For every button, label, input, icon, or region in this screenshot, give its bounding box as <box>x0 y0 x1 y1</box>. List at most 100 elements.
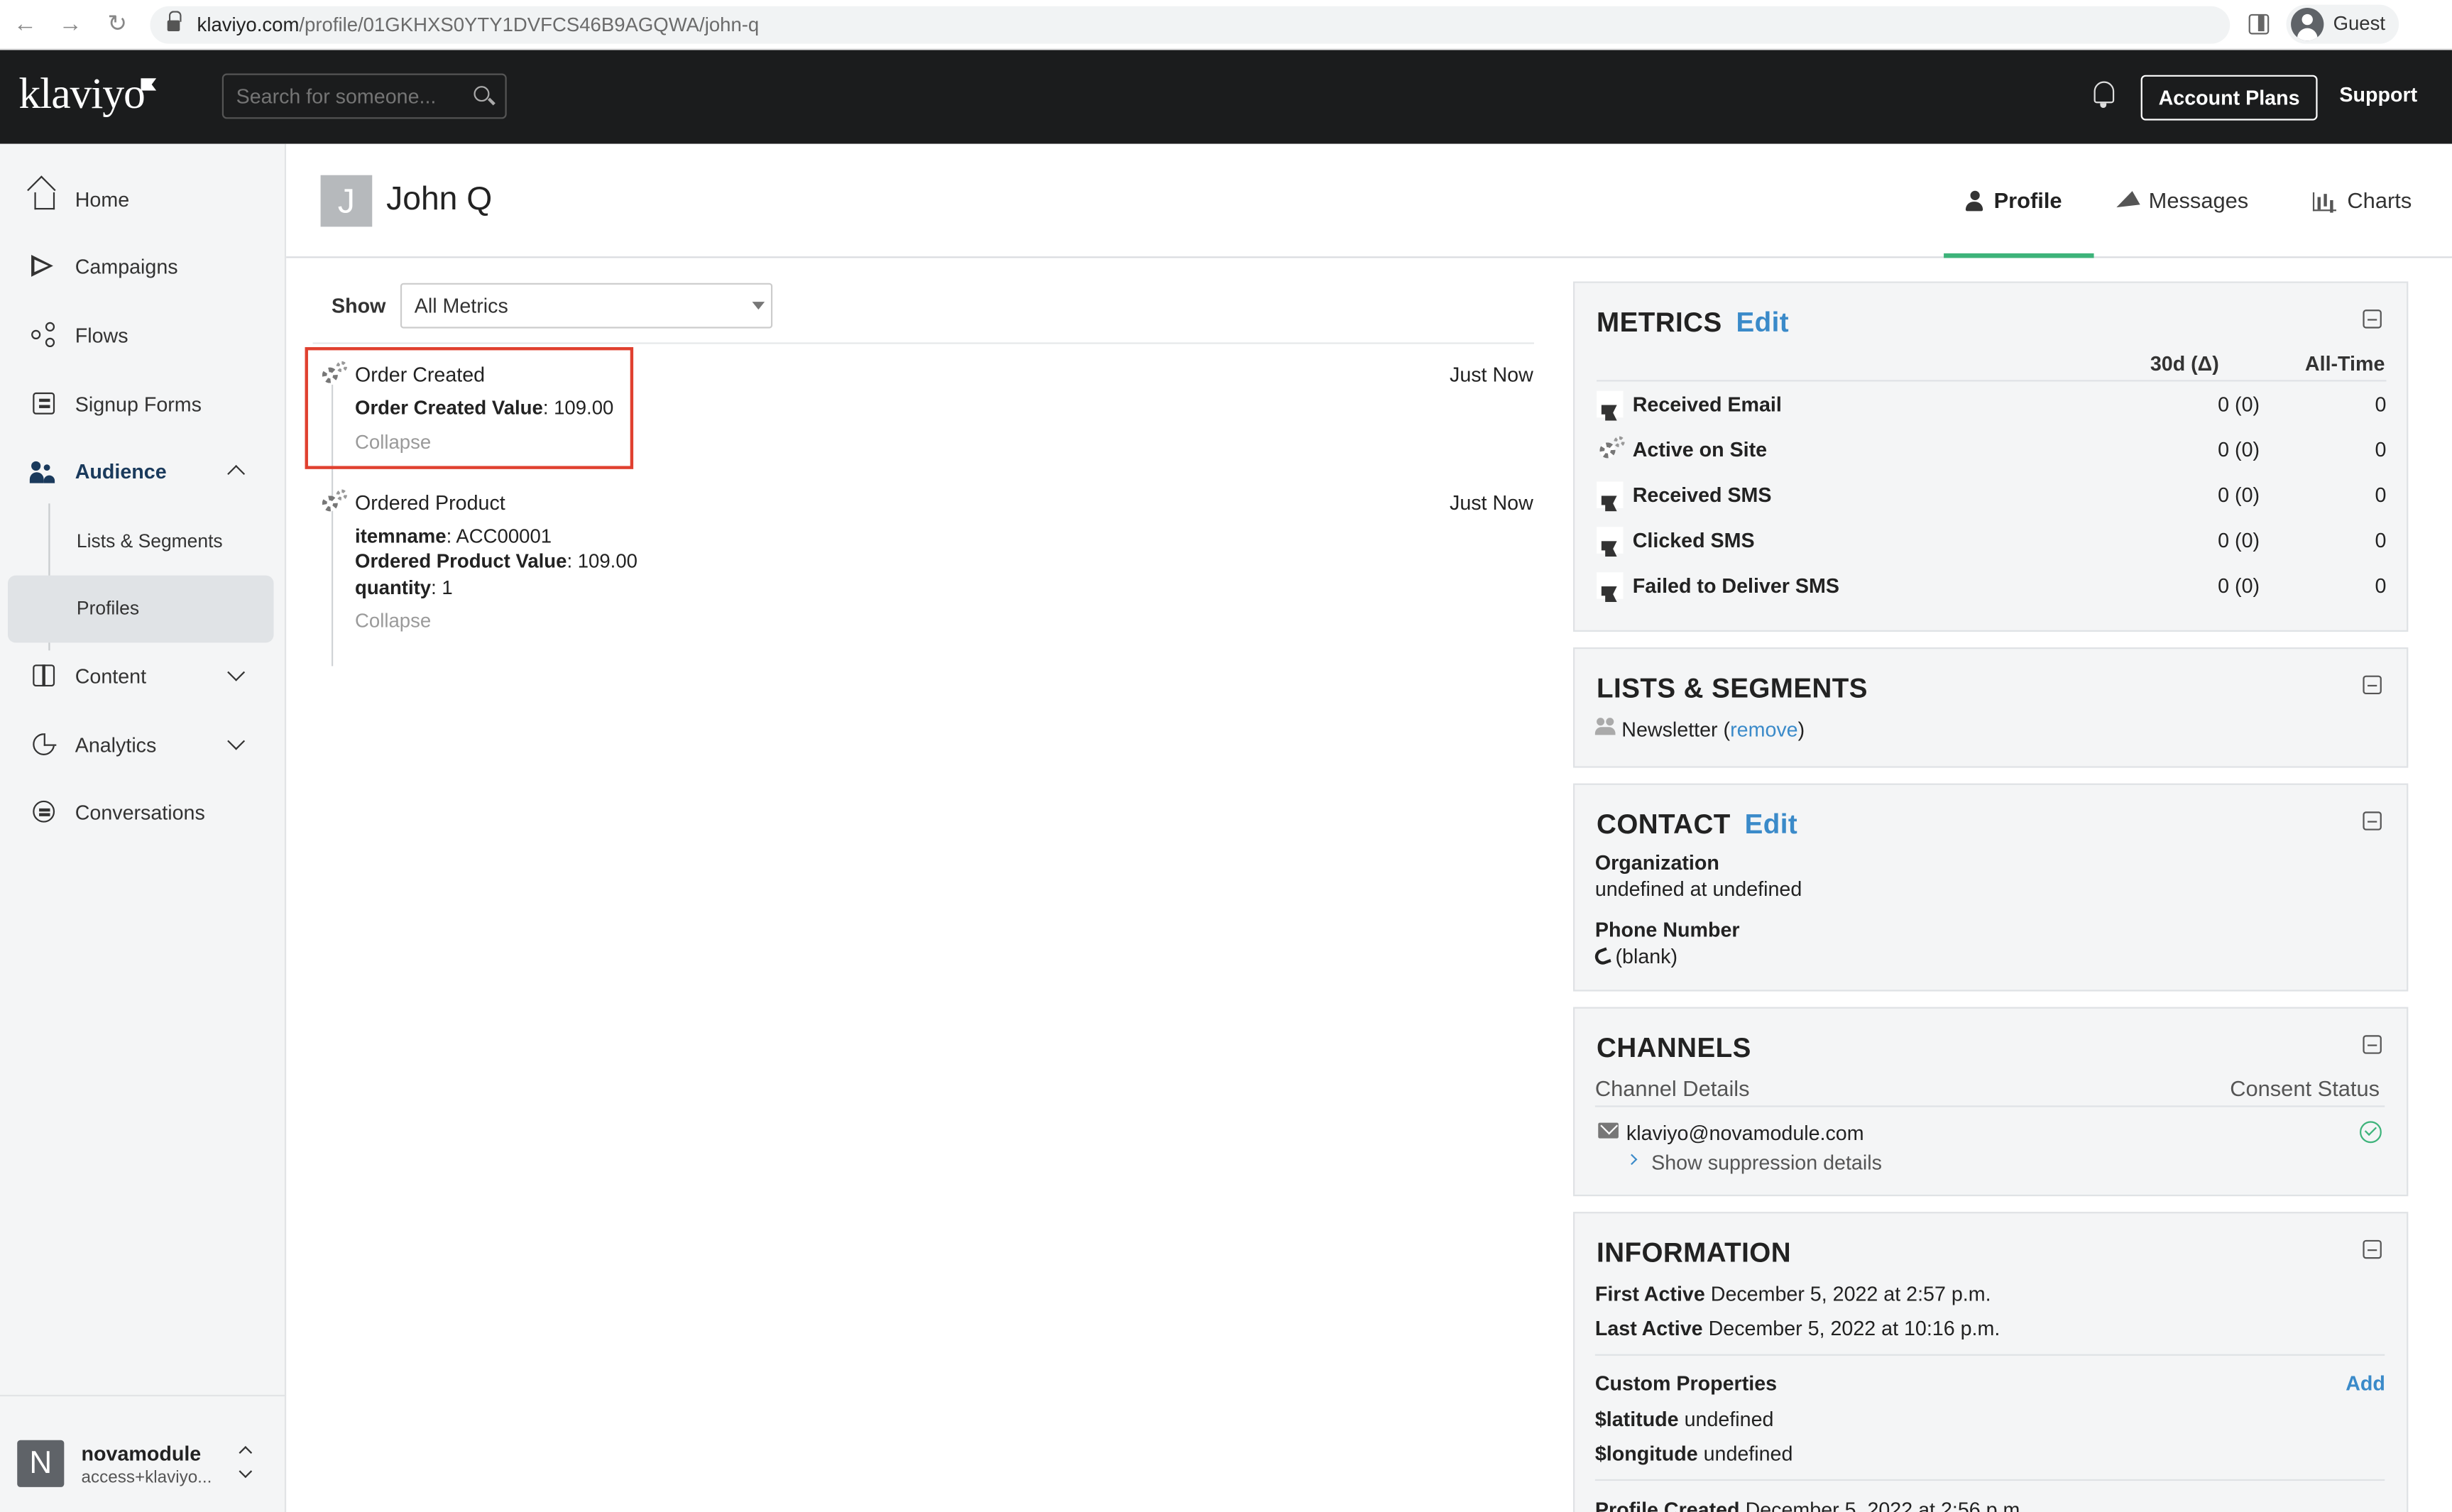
chevron-down-icon[interactable] <box>227 663 246 681</box>
sidebar-item-signup-forms[interactable]: Signup Forms <box>0 377 286 433</box>
metric-row[interactable]: Failed to Deliver SMS 0 (0) 0 <box>1597 563 2386 608</box>
metric-row[interactable]: Clicked SMS 0 (0) 0 <box>1597 517 2386 563</box>
phone-value: (blank) <box>1592 944 1678 968</box>
metric-all-time: 0 <box>2375 437 2387 461</box>
tab-profile[interactable]: Profile <box>1965 187 2062 213</box>
collapse-card-icon[interactable] <box>2363 309 2382 329</box>
sidebar-item-home[interactable]: Home <box>0 172 286 228</box>
remove-link[interactable]: remove <box>1730 718 1798 741</box>
sidebar-item-conversations[interactable]: Conversations <box>0 785 286 841</box>
collapse-card-icon[interactable] <box>2363 1035 2382 1054</box>
address-bar[interactable]: klaviyo.com/profile/01GKHXS0YTY1DVFCS46B… <box>150 6 2231 44</box>
metric-row[interactable]: Active on Site 0 (0) 0 <box>1597 427 2386 472</box>
property-value: : ACC00001 <box>446 525 552 547</box>
list-membership: Newsletter (remove) <box>1621 718 1805 742</box>
show-label: Show <box>331 294 386 318</box>
event-property: itemname: ACC00001 <box>355 525 552 547</box>
metric-row[interactable]: Received Email 0 (0) 0 <box>1597 381 2386 427</box>
sidebar-item-label: Conversations <box>75 800 205 824</box>
card-title: CONTACT Edit <box>1597 809 1797 841</box>
channels-title: CHANNELS <box>1597 1031 1751 1063</box>
sidebar-subitem-profiles-bg[interactable] <box>8 575 274 643</box>
browser-toolbar: ← → ↻ klaviyo.com/profile/01GKHXS0YTY1DV… <box>0 0 2452 50</box>
flag-icon <box>1597 481 1624 512</box>
property-key: quantity <box>355 576 432 599</box>
tab-charts[interactable]: Charts <box>2312 187 2412 213</box>
tab-label: Charts <box>2347 187 2412 213</box>
property-key: $longitude <box>1594 1441 1698 1466</box>
consent-check-icon <box>2360 1121 2382 1144</box>
sidebar-item-content[interactable]: Content <box>0 649 286 705</box>
information-title: INFORMATION <box>1597 1237 1791 1269</box>
property-value: undefined <box>1684 1407 1774 1431</box>
list-name: Newsletter <box>1621 718 1718 742</box>
event-property: quantity: 1 <box>355 577 453 599</box>
metric-filter-select[interactable]: All Metrics <box>400 283 773 329</box>
tab-messages[interactable]: Messages <box>2116 187 2249 213</box>
metric-name: Active on Site <box>1632 437 1768 461</box>
tab-label: Profile <box>1993 187 2062 213</box>
sidebar-item-label: Signup Forms <box>75 392 202 416</box>
sidebar-item-flows[interactable]: Flows <box>0 308 286 364</box>
chevron-down-icon[interactable] <box>227 732 246 750</box>
sidebar-item-label: Content <box>75 664 147 689</box>
group-icon <box>1594 718 1617 736</box>
bell-icon[interactable] <box>2093 81 2115 108</box>
side-panel-icon[interactable] <box>2248 13 2270 35</box>
profile-created: Profile Created December 5, 2022 at 2:56… <box>1595 1498 2025 1512</box>
metrics-card: METRICS Edit 30d (Δ) All-Time Received Em… <box>1573 281 2409 632</box>
search-icon[interactable] <box>474 86 490 102</box>
sidebar-item-audience[interactable]: Audience <box>0 444 286 500</box>
highlight-box <box>305 347 634 469</box>
column-header-30d: 30d (Δ) <box>2150 351 2219 376</box>
app-root: ← → ↻ klaviyo.com/profile/01GKHXS0YTY1DV… <box>0 0 2452 1512</box>
event-title: Ordered Product <box>355 491 505 515</box>
gears-icon <box>321 489 348 514</box>
email-address: klaviyo@novamodule.com <box>1626 1121 1864 1145</box>
contact-title: CONTACT <box>1597 808 1731 840</box>
metric-30d: 0 (0) <box>2218 483 2260 507</box>
metrics-title: METRICS <box>1597 306 1722 338</box>
sidebar-subitem-lists-segments[interactable]: Lists & Segments <box>77 530 223 552</box>
chat-icon <box>33 800 55 823</box>
back-icon[interactable]: ← <box>9 9 40 40</box>
url-path: /profile/01GKHXS0YTY1DVFCS46B9AGQWA/john… <box>299 13 760 36</box>
event-time: Just Now <box>1449 363 1533 387</box>
divider <box>1594 1354 2385 1356</box>
collapse-card-icon[interactable] <box>2363 675 2382 695</box>
add-property-link[interactable]: Add <box>2346 1371 2385 1395</box>
phone-number: (blank) <box>1615 944 1678 968</box>
metric-name: Received Email <box>1632 392 1782 416</box>
account-switcher[interactable]: N novamodule access+klaviyo... <box>0 1394 287 1512</box>
caret-down-icon <box>752 302 765 310</box>
contact-edit-link[interactable]: Edit <box>1745 809 1798 840</box>
profile-header: J John Q Profile Messages Charts <box>286 143 2452 258</box>
sidebar-item-label: Flows <box>75 323 128 348</box>
lists-title: LISTS & SEGMENTS <box>1597 672 1868 704</box>
account-plans-button[interactable]: Account Plans <box>2140 75 2318 121</box>
collapse-card-icon[interactable] <box>2363 1239 2382 1259</box>
divider <box>1594 1479 2385 1481</box>
support-link[interactable]: Support <box>2339 83 2417 106</box>
sidebar-item-analytics[interactable]: Analytics <box>0 718 286 774</box>
suppression-toggle[interactable]: Show suppression details <box>1651 1151 1882 1174</box>
metric-row[interactable]: Received SMS 0 (0) 0 <box>1597 472 2386 517</box>
last-active-value: December 5, 2022 at 10:16 p.m. <box>1708 1316 2001 1340</box>
property-key: $latitude <box>1594 1407 1679 1431</box>
chevron-up-icon[interactable] <box>227 464 246 483</box>
sidebar-subitem-profiles[interactable]: Profiles <box>77 597 139 619</box>
klaviyo-logo[interactable]: klaviyo <box>18 70 145 120</box>
chevron-down-icon <box>239 1464 253 1479</box>
collapse-link[interactable]: Collapse <box>355 610 431 632</box>
metrics-edit-link[interactable]: Edit <box>1736 307 1789 338</box>
flag-icon <box>1597 572 1624 603</box>
tab-label: Messages <box>2148 187 2249 213</box>
lists-segments-card: LISTS & SEGMENTS <box>1573 647 2409 768</box>
sidebar-item-campaigns[interactable]: Campaigns <box>0 239 286 295</box>
reload-icon[interactable]: ↻ <box>102 9 133 40</box>
forward-icon[interactable]: → <box>55 9 86 40</box>
profile-chip[interactable]: Guest <box>2286 4 2399 44</box>
metric-name: Received SMS <box>1632 483 1772 507</box>
search-input[interactable] <box>221 73 507 119</box>
collapse-card-icon[interactable] <box>2363 811 2382 831</box>
